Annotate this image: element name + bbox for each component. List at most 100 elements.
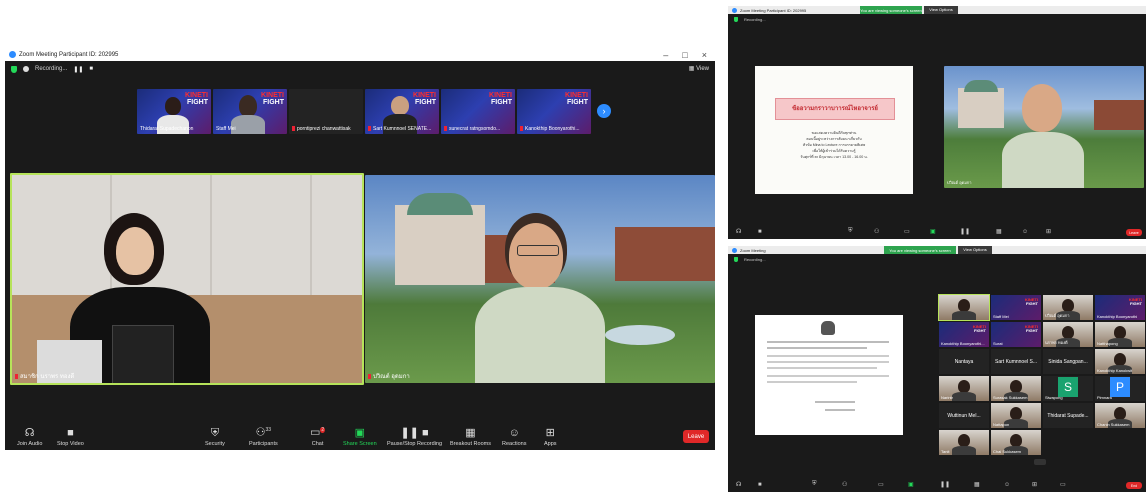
recording-icon [23, 66, 29, 72]
participant-name: สมาชิก นราพร ทองดี [20, 374, 75, 380]
gallery-tile[interactable]: KINETI FIGHT Kanokthip Boonyarothi [1095, 295, 1145, 320]
security-shield-icon[interactable] [734, 256, 738, 262]
window-title: Zoom Meeting [740, 247, 766, 253]
participants-button[interactable]: ⚇33 Participants [249, 424, 278, 447]
gallery-tile[interactable]: Tanit [939, 430, 989, 455]
speaker-video-right[interactable]: ปวิณต์ อุดมกา [365, 175, 715, 383]
speaker-video-left[interactable]: สมาชิก นราพร ทองดี [10, 173, 364, 385]
leave-button[interactable]: Leave [1126, 229, 1142, 236]
leave-button[interactable]: Leave [683, 430, 709, 443]
breakout-icon[interactable]: ▦ [974, 481, 980, 488]
meeting-status-row: Recording... ❚❚ ■ [5, 64, 715, 74]
participant-thumbnail[interactable]: KINETI FIGHT Sart Kumnnoel SENATE... [365, 89, 439, 134]
gallery-tile[interactable]: Surasak Sukkasem [991, 376, 1041, 401]
gallery-tile[interactable]: Chanin Sukkasem [1095, 403, 1145, 428]
zoom-logo-icon [732, 247, 737, 253]
gallery-tile[interactable]: KINETI FIGHT Staff Mei [991, 295, 1041, 320]
muted-icon [292, 126, 295, 132]
kineti-fight-banner: KINETI FIGHT [185, 92, 208, 106]
participant-thumbnail[interactable]: porntiprezi chanwattisak [289, 89, 363, 134]
participant-thumbnail[interactable]: KINETI FIGHT Thidarat Supadechanon [137, 89, 211, 134]
gallery-tile[interactable]: S Siwapong [1043, 376, 1093, 401]
breakout-icon: ▦ [465, 427, 476, 439]
reactions-icon[interactable]: ☺ [1022, 229, 1028, 235]
share-icon[interactable]: ▣ [930, 228, 936, 235]
participant-thumbnail[interactable]: KINETI FIGHT sunecrat ratngsomdo... [441, 89, 515, 134]
gallery-tile[interactable]: นราพร ทองดี [1043, 322, 1093, 347]
apps-icon[interactable]: ⊞ [1032, 481, 1037, 488]
record-icon[interactable]: ❚❚ [960, 228, 970, 235]
chat-button[interactable]: ▭2 Chat [310, 424, 326, 447]
video-icon[interactable]: ■ [758, 229, 762, 235]
reactions-button[interactable]: ☺ Reactions [502, 427, 526, 447]
participant-name-placeholder: Sart Kumnnoel S... [995, 359, 1037, 365]
participant-name: Staff Mei [216, 126, 236, 132]
participant-name-placeholder: Thidarat Supade... [1047, 413, 1089, 419]
meeting-status-row: Recording... [728, 15, 1146, 23]
gallery-tile[interactable]: ปวิณต์ อุดมกา [1043, 295, 1093, 320]
apps-icon[interactable]: ⊞ [1046, 228, 1051, 235]
stop-video-button[interactable]: ■ Stop Video [57, 427, 84, 447]
share-icon[interactable]: ▣ [908, 481, 914, 488]
breakout-icon[interactable]: ▦ [996, 228, 1002, 235]
speaker-video[interactable]: ปวิณต์ อุดมกา [944, 66, 1144, 188]
gallery-tile[interactable]: Kanokthip Kanokwit [1095, 349, 1145, 374]
participant-name-placeholder: Nantaya [954, 359, 974, 365]
gallery-tile[interactable]: Thidarat Supade... [1043, 403, 1093, 428]
gallery-tile[interactable]: Wuttinun Mel... [939, 403, 989, 428]
participant-name: Chanin Sukkasem [1097, 422, 1130, 427]
gallery-tile[interactable]: Sinida Sangpan... [1043, 349, 1093, 374]
gallery-tile[interactable]: Nattapon [991, 403, 1041, 428]
security-button[interactable]: ⛨ Security [205, 427, 225, 447]
gallery-tile[interactable]: P Pimnara [1095, 376, 1145, 401]
participant-name: Siwapong [1045, 395, 1063, 400]
participant-name: Surasak Sukkasem [993, 395, 1028, 400]
shield-icon[interactable]: ⛨ [812, 481, 817, 488]
next-page-icon[interactable]: › [597, 104, 611, 118]
security-shield-icon[interactable] [734, 16, 738, 22]
minimize-icon[interactable]: – [663, 50, 668, 60]
gallery-tile[interactable]: Chai Sukkasem [991, 430, 1041, 455]
microphone-icon[interactable]: ☊ [736, 481, 741, 488]
participants-icon[interactable]: ⚇ [842, 481, 847, 488]
participant-name: Nattapon [993, 422, 1010, 427]
chat-icon[interactable]: ▭ [878, 481, 884, 488]
whiteboard-icon[interactable]: ▭ [1060, 481, 1066, 488]
end-button[interactable]: End [1126, 482, 1142, 489]
video-icon[interactable]: ■ [758, 482, 762, 488]
muted-icon [520, 126, 523, 132]
reactions-icon[interactable]: ☺ [1004, 482, 1010, 488]
participant-thumbnail[interactable]: KINETI FIGHT Kanokthip Boonyarothi... [517, 89, 591, 134]
close-icon[interactable]: × [702, 50, 707, 60]
pause-stop-recording-button[interactable]: ❚❚ ■ Pause/Stop Recording [387, 427, 442, 447]
gallery-page-indicator[interactable] [1034, 459, 1046, 465]
maximize-icon[interactable]: □ [682, 50, 687, 60]
participant-initial-avatar: P [1110, 377, 1130, 397]
muted-icon [368, 126, 371, 132]
gallery-tile[interactable]: KINETI FIGHT Kanokthip Boonyarothi... [939, 322, 989, 347]
gallery-tile[interactable]: KINETI FIGHT Surat [991, 322, 1041, 347]
gallery-tile[interactable]: Natthapong [1095, 322, 1145, 347]
chat-icon[interactable]: ▭ [904, 228, 910, 235]
pause-recording-icon[interactable]: ❚❚ [73, 66, 83, 73]
gallery-tile[interactable]: Nantaya [939, 349, 989, 374]
record-icon[interactable]: ❚❚ [940, 481, 950, 488]
shield-icon[interactable]: ⛨ [848, 228, 853, 235]
gallery-tile[interactable]: Sart Kumnnoel S... [991, 349, 1041, 374]
view-options-button[interactable]: View Options [958, 246, 992, 254]
join-audio-button[interactable]: ☊ Join Audio [17, 427, 42, 447]
title-bar: Zoom Meeting Participant ID: 202995 – □ … [5, 48, 715, 61]
window-title: Zoom Meeting Participant ID: 202995 [740, 7, 807, 13]
participants-icon[interactable]: ⚇ [874, 228, 879, 235]
security-shield-icon[interactable] [11, 65, 17, 73]
participant-thumbnail[interactable]: KINETI FIGHT Staff Mei [213, 89, 287, 134]
share-screen-button[interactable]: ▣ Share Screen [343, 427, 377, 447]
apps-button[interactable]: ⊞ Apps [544, 427, 557, 447]
microphone-icon[interactable]: ☊ [736, 228, 741, 235]
gallery-tile[interactable] [938, 294, 990, 321]
view-options-button[interactable]: View Options [924, 6, 958, 14]
breakout-rooms-button[interactable]: ▦ Breakout Rooms [450, 427, 491, 447]
view-button[interactable]: ▦ View [689, 65, 709, 72]
gallery-tile[interactable]: Narintr [939, 376, 989, 401]
stop-recording-icon[interactable]: ■ [89, 66, 93, 72]
